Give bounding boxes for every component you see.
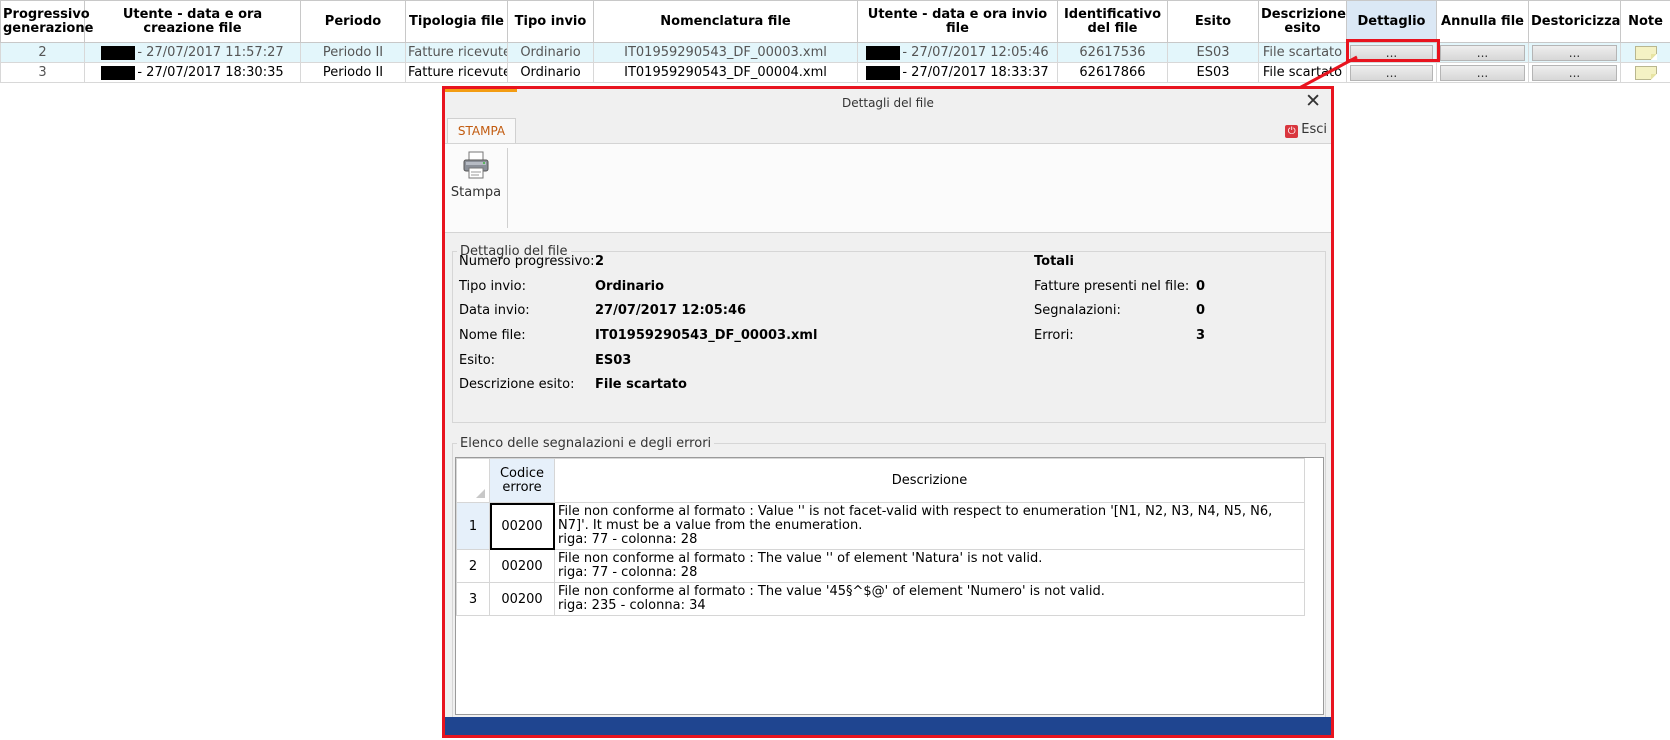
error-message: File non conforme al formato : The value… [558, 584, 1105, 599]
exit-label: Esci [1301, 122, 1327, 137]
error-position: riga: 235 - colonna: 34 [558, 598, 706, 613]
value-data-invio: 27/07/2017 12:05:46 [595, 303, 747, 318]
totals-title: Totali [1034, 254, 1074, 269]
label-descrizione-esito: Descrizione esito: [459, 377, 575, 392]
errors-legend: Elenco delle segnalazioni e degli errori [460, 436, 712, 451]
label-nome-file: Nome file: [459, 328, 526, 343]
value-numero-progressivo: 2 [595, 254, 605, 269]
label-segnalazioni: Segnalazioni: [1034, 303, 1121, 318]
cell-error-code[interactable]: 00200 [489, 582, 555, 616]
power-icon: ⏻ [1285, 125, 1299, 138]
errors-grid: Codice errore Descrizione 1 00200 File n… [455, 457, 1324, 715]
cell-error-description[interactable]: File non conforme al formato : The value… [554, 582, 1305, 616]
label-esito: Esito: [459, 353, 496, 368]
row-number[interactable]: 2 [456, 549, 490, 583]
value-esito: ES03 [595, 353, 632, 368]
file-details-dialog: Dettagli del file ✕ STAMPA ⏻Esci Stampa [442, 86, 1334, 738]
value-nome-file: IT01959290543_DF_00003.xml [595, 328, 818, 343]
tab-stampa[interactable]: STAMPA [447, 118, 516, 143]
error-message: File non conforme al formato : The value… [558, 551, 1043, 566]
dialog-footer-bar [445, 717, 1331, 735]
value-fatture-presenti: 0 [1196, 279, 1206, 294]
table-row[interactable]: 1 00200 File non conforme al formato : V… [456, 502, 1305, 550]
cell-error-code[interactable]: 00200 [489, 502, 555, 550]
value-errori: 3 [1196, 328, 1206, 343]
row-number[interactable]: 1 [456, 502, 490, 550]
print-button[interactable]: Stampa [447, 148, 505, 200]
select-all-corner[interactable] [456, 458, 490, 503]
label-errori: Errori: [1034, 328, 1074, 343]
table-row[interactable]: 3 00200 File non conforme al formato : T… [456, 582, 1305, 616]
label-numero-progressivo: Numero progressivo: [459, 254, 595, 269]
print-label: Stampa [450, 185, 502, 200]
table-row[interactable]: 2 00200 File non conforme al formato : T… [456, 549, 1305, 583]
close-icon[interactable]: ✕ [1305, 90, 1321, 112]
errors-header-row: Codice errore Descrizione [456, 458, 1305, 503]
row-number[interactable]: 3 [456, 582, 490, 616]
value-segnalazioni: 0 [1196, 303, 1206, 318]
label-fatture-presenti: Fatture presenti nel file: [1034, 279, 1190, 294]
value-descrizione-esito: File scartato [595, 377, 687, 392]
dialog-title: Dettagli del file [842, 96, 934, 110]
error-position: riga: 77 - colonna: 28 [558, 532, 698, 547]
cell-error-code[interactable]: 00200 [489, 549, 555, 583]
corner-triangle-icon [476, 489, 485, 498]
error-message: File non conforme al formato : Value '' … [558, 504, 1273, 533]
file-detail-section: Dettaglio del file [452, 244, 1326, 423]
value-tipo-invio: Ordinario [595, 279, 665, 294]
label-data-invio: Data invio: [459, 303, 530, 318]
error-position: riga: 77 - colonna: 28 [558, 565, 698, 580]
ribbon-separator [507, 148, 508, 228]
col-codice-errore[interactable]: Codice errore [489, 458, 555, 503]
cell-error-description[interactable]: File non conforme al formato : The value… [554, 549, 1305, 583]
cell-error-description[interactable]: File non conforme al formato : Value '' … [554, 502, 1305, 550]
ribbon-toolbar: Stampa [445, 143, 1331, 233]
accent-bar [445, 89, 517, 92]
label-tipo-invio: Tipo invio: [459, 279, 526, 294]
printer-icon [463, 151, 489, 179]
col-descrizione[interactable]: Descrizione [554, 458, 1305, 503]
exit-button[interactable]: ⏻ Esci [1285, 122, 1327, 138]
